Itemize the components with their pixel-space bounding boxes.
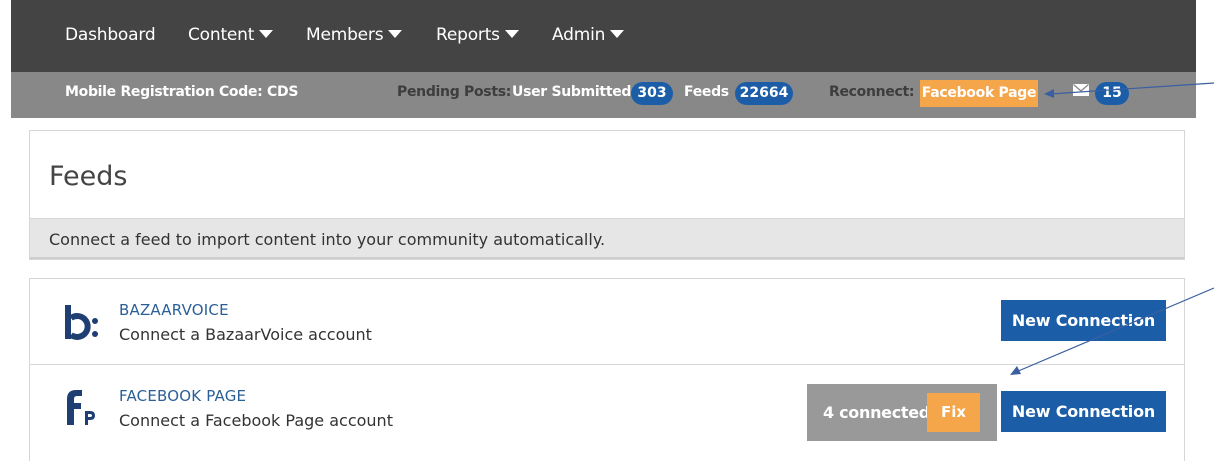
envelope-icon[interactable] (1073, 84, 1089, 96)
nav-members-label: Members (306, 25, 384, 45)
page-title: Feeds (49, 161, 128, 192)
feed-description-bazaarvoice: Connect a BazaarVoice account (119, 325, 372, 344)
chevron-down-icon (504, 30, 519, 38)
chevron-down-icon (388, 30, 403, 38)
new-connection-button-facebook-page[interactable]: New Connection (1001, 391, 1166, 432)
nav-content-label: Content (188, 25, 255, 45)
bazaarvoice-logo-icon (65, 305, 98, 340)
connected-count[interactable]: 4 connected (823, 403, 930, 422)
chevron-down-icon (259, 30, 274, 38)
connected-status-box: 4 connected Fix (807, 384, 997, 441)
nav-content[interactable]: Content (188, 25, 274, 45)
nav-admin-label: Admin (552, 25, 606, 45)
feeds-count-badge[interactable]: 22664 (735, 82, 793, 105)
messages-count-badge[interactable]: 15 (1095, 82, 1129, 105)
feed-description-facebook-page: Connect a Facebook Page account (119, 411, 393, 430)
feed-name-bazaarvoice[interactable]: BAZAARVOICE (119, 301, 229, 319)
pending-posts-label: Pending Posts: (397, 84, 512, 100)
feeds-panel: Feeds Connect a feed to import content i… (29, 130, 1185, 260)
fix-button[interactable]: Fix (927, 393, 980, 432)
feed-name-facebook-page[interactable]: FACEBOOK PAGE (119, 387, 246, 405)
list-item-bazaarvoice: BAZAARVOICE Connect a BazaarVoice accoun… (30, 279, 1184, 365)
panel-subtitle-bar: Connect a feed to import content into yo… (30, 218, 1184, 259)
nav-dashboard[interactable]: Dashboard (65, 25, 156, 45)
nav-members[interactable]: Members (306, 25, 403, 45)
nav-reports[interactable]: Reports (436, 25, 519, 45)
reconnect-facebook-page-button[interactable]: Facebook Page (920, 80, 1038, 107)
chevron-down-icon (610, 30, 625, 38)
new-connection-button-bazaarvoice[interactable]: New Connection (1001, 300, 1166, 341)
list-item-facebook-page: FACEBOOK PAGE Connect a Facebook Page ac… (30, 365, 1184, 451)
mobile-registration-code: Mobile Registration Code: CDS (65, 84, 299, 100)
top-navigation: Dashboard Content Members Reports Admin (11, 0, 1196, 72)
user-submitted-label[interactable]: User Submitted (512, 84, 631, 100)
facebook-page-logo-icon (67, 390, 95, 425)
status-bar: Mobile Registration Code: CDS Pending Po… (11, 72, 1196, 118)
panel-subtitle: Connect a feed to import content into yo… (49, 230, 606, 249)
feed-list: BAZAARVOICE Connect a BazaarVoice accoun… (29, 278, 1185, 461)
nav-admin[interactable]: Admin (552, 25, 625, 45)
feeds-label[interactable]: Feeds (684, 84, 729, 100)
user-submitted-count-badge[interactable]: 303 (631, 82, 673, 105)
nav-reports-label: Reports (436, 25, 500, 45)
reconnect-label: Reconnect: (829, 84, 915, 100)
